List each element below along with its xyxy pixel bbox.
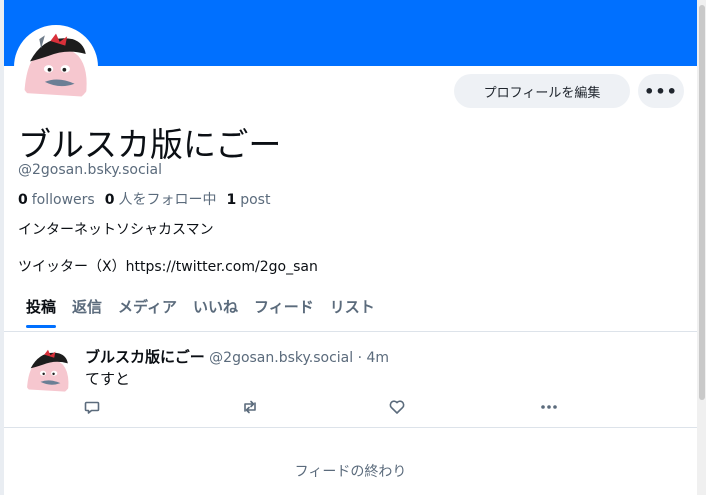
tab-media[interactable]: メディア [110, 294, 185, 328]
post-author-avatar[interactable] [22, 346, 74, 398]
following-count: 0 [104, 192, 115, 208]
avatar-illustration [22, 346, 74, 398]
scrollbar-thumb[interactable] [699, 5, 705, 400]
following-label: 人をフォロー中 [118, 192, 217, 208]
feed-end-label: フィードの終わり [294, 464, 407, 480]
post-divider [4, 427, 697, 428]
tab-replies[interactable]: 返信 [64, 294, 110, 328]
tab-likes[interactable]: いいね [185, 294, 246, 328]
post-author-handle[interactable]: @2gosan.bsky.social [209, 350, 353, 366]
post-text: てすと [85, 370, 131, 388]
profile-bio-line: インターネットソシャカスマン [18, 222, 214, 238]
post-meta-separator: · [357, 350, 363, 366]
profile-stats: 0 followers 0 人をフォロー中 1 post [18, 189, 270, 209]
posts-label: post [240, 192, 271, 208]
reply-icon[interactable] [83, 398, 101, 416]
post-timestamp[interactable]: 4m [367, 350, 390, 366]
followers-label: followers [31, 192, 95, 208]
profile-handle: @2gosan.bsky.social [18, 162, 162, 178]
post-author-name[interactable]: ブルスカ版にごー [85, 348, 205, 366]
tab-posts[interactable]: 投稿 [18, 294, 64, 328]
profile-banner [4, 0, 697, 66]
repost-icon[interactable] [241, 398, 259, 416]
profile-bio-link-line[interactable]: ツイッター（X）https://twitter.com/2go_san [18, 256, 318, 276]
post-header: ブルスカ版にごー @2gosan.bsky.social · 4m [85, 346, 389, 367]
profile-tabs: 投稿 返信 メディア いいね フィード リスト [18, 294, 383, 332]
followers-link[interactable]: 0 followers [18, 192, 95, 208]
tab-feeds[interactable]: フィード [246, 294, 322, 328]
tab-lists[interactable]: リスト [322, 294, 383, 328]
edit-profile-button[interactable]: プロフィールを編集 [454, 74, 630, 108]
profile-avatar[interactable] [14, 25, 98, 109]
posts-count: 1 [226, 192, 237, 208]
avatar-illustration [17, 28, 95, 106]
followers-count: 0 [18, 192, 28, 208]
following-link[interactable]: 0 人をフォロー中 [105, 192, 217, 208]
more-icon[interactable] [540, 398, 558, 416]
profile-more-button[interactable]: ••• [638, 74, 684, 108]
like-icon[interactable] [388, 398, 406, 416]
profile-display-name: ブルスカ版にごー [18, 125, 282, 164]
